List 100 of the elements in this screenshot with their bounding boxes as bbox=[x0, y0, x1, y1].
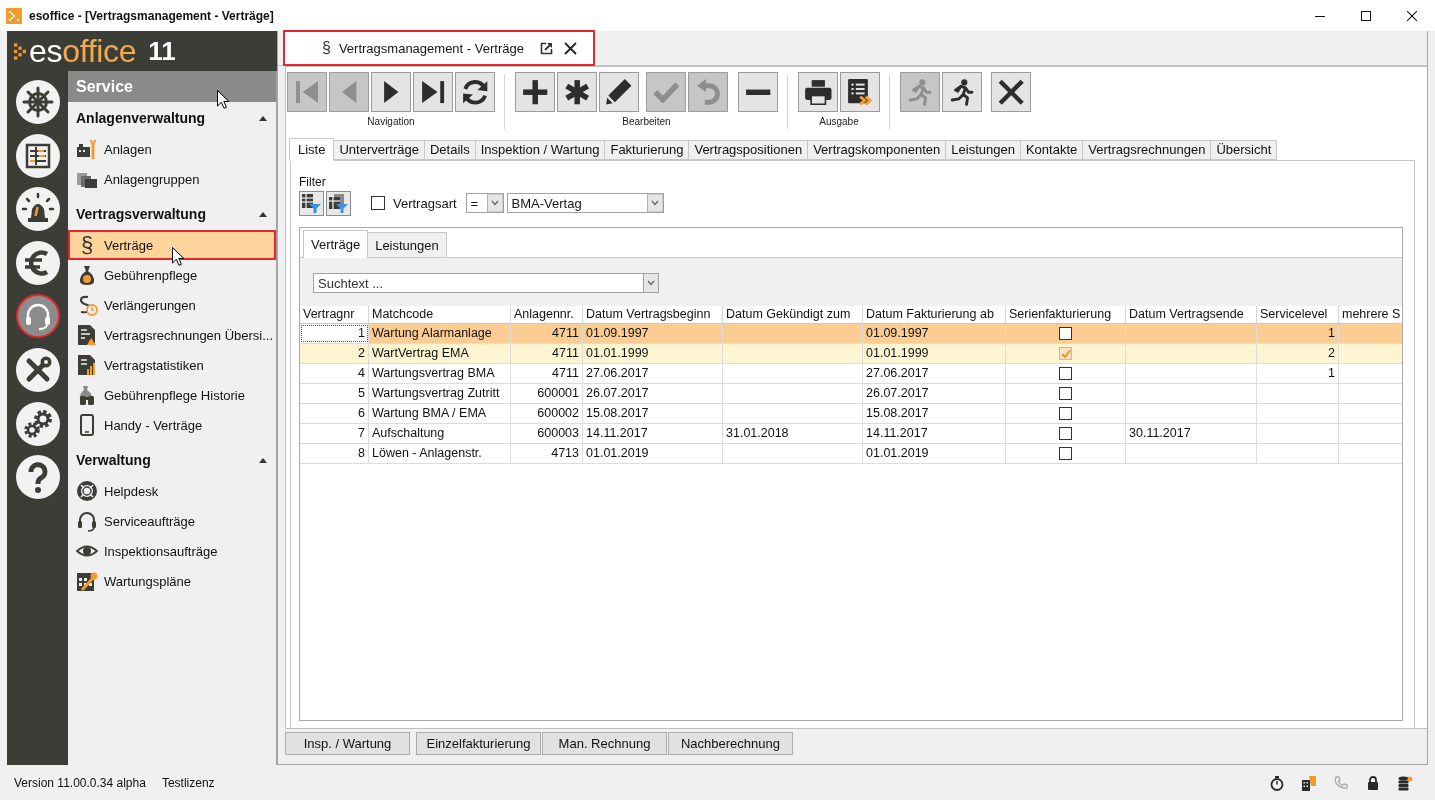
group-title[interactable]: Verwaltung bbox=[76, 452, 151, 468]
tab[interactable]: Kontakte bbox=[1020, 140, 1084, 160]
tab[interactable]: Übersicht bbox=[1211, 140, 1278, 160]
dropdown-arrow-icon[interactable] bbox=[646, 194, 663, 212]
checkbox[interactable] bbox=[1059, 387, 1072, 400]
sidebar-item[interactable]: Vertragstatistiken bbox=[68, 350, 276, 380]
sidebar-item[interactable]: Gebührenpflege Historie bbox=[68, 380, 276, 410]
tab[interactable]: Vertragspositionen bbox=[689, 140, 809, 160]
headset-icon[interactable] bbox=[15, 294, 60, 339]
column-header[interactable]: Datum Fakturierung ab bbox=[863, 306, 1006, 323]
table-row[interactable]: 4 Wartungsvertrag BMA 4711 27.06.2017 27.06.2017 1 bbox=[300, 364, 1402, 384]
ship-wheel-icon[interactable] bbox=[15, 80, 60, 124]
gears-icon[interactable] bbox=[15, 401, 60, 446]
sidebar-item[interactable]: Wartungspläne bbox=[68, 566, 276, 596]
table-row[interactable]: 5 Wartungsvertrag Zutritt 600001 26.07.2017 26.07.2017 bbox=[300, 384, 1402, 404]
stopwatch-icon[interactable] bbox=[1269, 774, 1285, 791]
add-button[interactable] bbox=[515, 72, 555, 112]
sidebar-item[interactable]: Handy - Verträge bbox=[68, 410, 276, 440]
checkbox[interactable] bbox=[1059, 427, 1072, 440]
help-icon[interactable] bbox=[15, 455, 60, 500]
filter-button[interactable] bbox=[326, 190, 351, 216]
next-record-button[interactable] bbox=[371, 72, 411, 112]
operator-dropdown[interactable]: = bbox=[465, 193, 504, 213]
single-invoicing-button[interactable]: Einzelfakturierung bbox=[416, 732, 541, 755]
checkbox[interactable] bbox=[1059, 407, 1072, 420]
column-header[interactable]: Matchcode bbox=[369, 306, 511, 323]
document-tab[interactable]: § Vertragsmanagement - Verträge bbox=[283, 30, 595, 66]
euro-icon[interactable] bbox=[15, 240, 60, 285]
sidebar-item[interactable]: Inspektionsaufträge bbox=[68, 536, 276, 566]
group-title[interactable]: Vertragsverwaltung bbox=[76, 206, 206, 222]
table-row[interactable]: 6 Wartung BMA / EMA 600002 15.08.2017 15.08.2017 bbox=[300, 404, 1402, 424]
refresh-button[interactable] bbox=[455, 72, 495, 112]
lock-icon[interactable] bbox=[1365, 774, 1381, 791]
close-icon[interactable] bbox=[563, 41, 577, 55]
print-button[interactable] bbox=[798, 72, 838, 112]
table-row[interactable]: 2 WartVertrag EMA 4711 01.01.1999 01.01.1999 2 bbox=[300, 344, 1402, 364]
close-view-button[interactable] bbox=[991, 72, 1031, 112]
export-button[interactable] bbox=[840, 72, 880, 112]
tab[interactable]: Fakturierung bbox=[605, 140, 690, 160]
table-cell: 01.01.1999 bbox=[863, 344, 1006, 363]
database-icon[interactable] bbox=[1397, 774, 1413, 791]
checkbox[interactable] bbox=[371, 196, 385, 210]
table-row[interactable]: 1 Wartung Alarmanlage 4711 01.09.1997 01.09.1997 1 bbox=[300, 324, 1402, 344]
tab[interactable]: Leistungen bbox=[368, 232, 447, 257]
sidebar-item[interactable]: Vertragsrechnungen Übersi... bbox=[68, 320, 276, 350]
table-cell: Aufschaltung bbox=[369, 424, 511, 443]
tab[interactable]: Unterverträge bbox=[334, 140, 425, 160]
group-title[interactable]: Anlagenverwaltung bbox=[76, 110, 206, 126]
last-record-button[interactable] bbox=[413, 72, 453, 112]
column-header[interactable]: Datum Vertragsbeginn bbox=[583, 306, 723, 323]
table-row[interactable]: 8 Löwen - Anlagenstr. 4713 01.01.2019 01.01.2019 bbox=[300, 444, 1402, 464]
checkbox[interactable] bbox=[1059, 327, 1072, 340]
tools-icon[interactable] bbox=[15, 347, 60, 392]
column-header[interactable]: Serienfakturierung bbox=[1006, 306, 1126, 323]
tab[interactable]: Inspektion / Wartung bbox=[475, 140, 606, 160]
new-button[interactable] bbox=[557, 72, 597, 112]
column-header[interactable]: Anlagennr. bbox=[511, 306, 583, 323]
tab[interactable]: Vertragsrechnungen bbox=[1083, 140, 1212, 160]
column-header[interactable]: Datum Gekündigt zum bbox=[723, 306, 863, 323]
checkbox[interactable] bbox=[1059, 347, 1072, 360]
window-title: esoffice - [Vertragsmanagement - Verträge] bbox=[29, 8, 275, 23]
siren-icon[interactable] bbox=[15, 187, 60, 232]
sidebar-item[interactable]: Anlagen bbox=[68, 134, 276, 164]
sidebar-item[interactable]: Gebührenpflege bbox=[68, 260, 276, 290]
collapse-caret-icon[interactable] bbox=[259, 115, 267, 121]
tab[interactable]: Verträge bbox=[303, 230, 369, 258]
delete-button[interactable] bbox=[738, 72, 778, 112]
tab[interactable]: Liste bbox=[289, 138, 335, 161]
sidebar-item[interactable]: § Verträge bbox=[68, 230, 276, 260]
building-document-icon[interactable] bbox=[1301, 774, 1317, 791]
column-header[interactable]: Datum Vertragsende bbox=[1126, 306, 1257, 323]
sidebar-item[interactable]: Verlängerungen bbox=[68, 290, 276, 320]
sidebar-item[interactable]: Helpdesk bbox=[68, 476, 276, 506]
checkbox[interactable] bbox=[1059, 447, 1072, 460]
tab[interactable]: Details bbox=[424, 140, 476, 160]
tab[interactable]: Vertragskomponenten bbox=[808, 140, 947, 160]
collapse-caret-icon[interactable] bbox=[259, 211, 267, 217]
checkbox[interactable] bbox=[1059, 367, 1072, 380]
table-cell: Wartungsvertrag BMA bbox=[369, 364, 511, 383]
recalculation-button[interactable]: Nachberechnung bbox=[668, 732, 793, 755]
tab[interactable]: Leistungen bbox=[946, 140, 1021, 160]
dropdown-arrow-icon[interactable] bbox=[486, 194, 503, 212]
sidebar-item[interactable]: Serviceaufträge bbox=[68, 506, 276, 536]
sidebar-item[interactable]: Anlagengruppen bbox=[68, 164, 276, 194]
table-row[interactable]: 7 Aufschaltung 600003 14.11.2017 31.01.2018 14.11.2017 30.11.2017 bbox=[300, 424, 1402, 444]
runner-button[interactable] bbox=[942, 72, 982, 112]
table-cell: 31.01.2018 bbox=[723, 424, 863, 443]
board-icon[interactable] bbox=[15, 133, 60, 178]
search-field[interactable]: Suchtext ... bbox=[313, 273, 643, 293]
edit-button[interactable] bbox=[599, 72, 639, 112]
popout-icon[interactable] bbox=[539, 41, 553, 55]
collapse-caret-icon[interactable] bbox=[259, 457, 267, 463]
column-header[interactable]: mehrere S bbox=[1339, 306, 1401, 323]
inspection-button[interactable]: Insp. / Wartung bbox=[285, 732, 410, 755]
column-header[interactable]: Servicelevel bbox=[1257, 306, 1339, 323]
value-dropdown[interactable]: BMA-Vertag bbox=[506, 193, 664, 213]
manual-invoice-button[interactable]: Man. Rechnung bbox=[542, 732, 667, 755]
table-cell: 26.07.2017 bbox=[863, 384, 1006, 403]
filter-button[interactable] bbox=[299, 190, 324, 216]
column-header[interactable]: Vertragnr bbox=[300, 306, 369, 323]
